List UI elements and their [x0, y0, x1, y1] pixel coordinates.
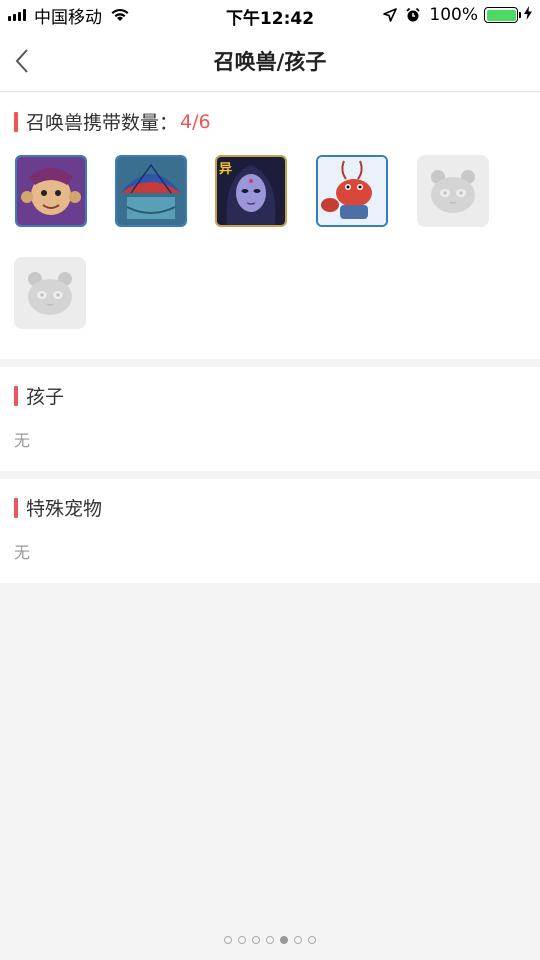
empty-pet-slot[interactable] — [14, 257, 86, 329]
page-indicator — [0, 936, 540, 944]
battery-percent: 100% — [429, 5, 478, 25]
page-dot[interactable] — [280, 936, 288, 944]
kids-empty-text: 无 — [14, 431, 31, 450]
nav-bar: 召唤兽/孩子 — [0, 30, 540, 92]
section-accent-bar — [14, 111, 18, 132]
page-title: 召唤兽/孩子 — [213, 50, 327, 74]
battery-fill — [486, 9, 516, 21]
pet-avatar[interactable]: 异 — [215, 155, 287, 227]
pets-section-title: 召唤兽携带数量： — [26, 112, 179, 134]
pet-avatar[interactable] — [15, 155, 87, 227]
page-dot[interactable] — [266, 936, 274, 944]
pet-portrait — [17, 157, 85, 225]
special-header: 特殊宠物 — [14, 494, 102, 521]
section-accent-bar — [14, 497, 18, 518]
alarm-icon — [405, 7, 421, 23]
section-accent-bar — [14, 385, 18, 406]
charging-icon — [524, 5, 532, 25]
location-arrow-icon — [383, 8, 398, 22]
panda-placeholder-icon — [28, 272, 72, 315]
panda-placeholder-icon — [431, 170, 475, 213]
status-bar: 中国移动 下午12:42 100% — [0, 0, 540, 30]
pet-badge: 异 — [219, 162, 233, 177]
battery-icon — [484, 7, 521, 23]
page-dot[interactable] — [252, 936, 260, 944]
kids-section-title: 孩子 — [26, 386, 65, 408]
pets-header: 召唤兽携带数量： 4/6 — [14, 108, 211, 135]
page-dot[interactable] — [308, 936, 316, 944]
page-dot[interactable] — [224, 936, 232, 944]
pets-section: 召唤兽携带数量： 4/6 异 — [0, 93, 540, 359]
special-section-title: 特殊宠物 — [26, 498, 103, 520]
pet-portrait — [318, 157, 386, 225]
page-dot[interactable] — [294, 936, 302, 944]
kids-section: 孩子 无 — [0, 367, 540, 471]
page-dot[interactable] — [238, 936, 246, 944]
status-right: 100% — [383, 0, 532, 30]
special-pets-section: 特殊宠物 无 — [0, 479, 540, 583]
pet-portrait — [117, 157, 185, 225]
pet-avatar[interactable] — [316, 155, 388, 227]
special-empty-text: 无 — [14, 543, 31, 562]
empty-pet-slot[interactable] — [417, 155, 489, 227]
pets-count: 4/6 — [180, 110, 211, 133]
kids-header: 孩子 — [14, 382, 64, 409]
pet-avatar[interactable] — [115, 155, 187, 227]
